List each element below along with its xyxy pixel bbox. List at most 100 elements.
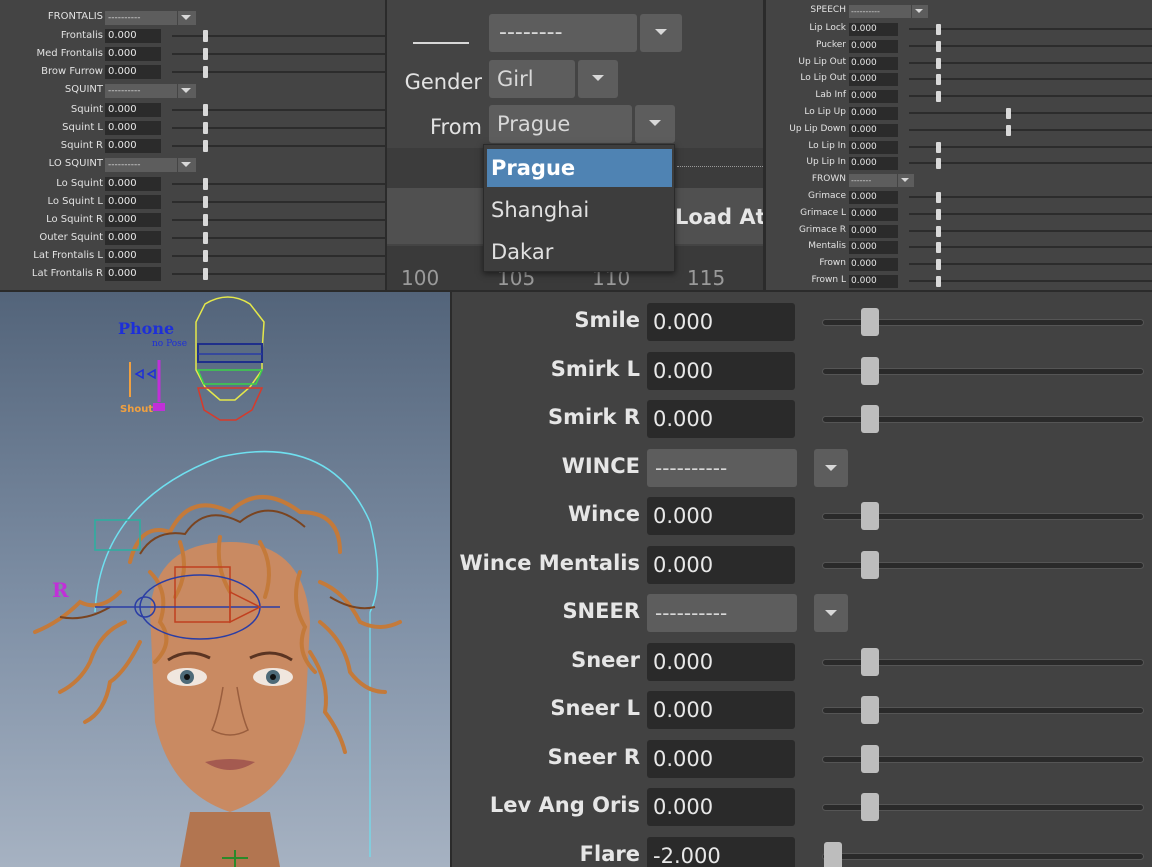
- speech-dropdown[interactable]: ----------: [849, 5, 911, 18]
- slider-track[interactable]: [909, 162, 1152, 165]
- slider-handle[interactable]: [203, 250, 208, 262]
- slider-track[interactable]: [909, 28, 1152, 30]
- slider-handle[interactable]: [861, 744, 879, 773]
- value-field[interactable]: 0.000: [849, 123, 898, 137]
- slider-handle[interactable]: [861, 308, 879, 336]
- value-field[interactable]: 0.000: [647, 497, 795, 535]
- slider-track[interactable]: [909, 128, 1152, 131]
- value-field[interactable]: 0.000: [105, 29, 161, 43]
- value-field[interactable]: 0.000: [647, 642, 795, 681]
- slider-track[interactable]: [909, 280, 1152, 282]
- value-field[interactable]: 0.000: [647, 351, 795, 390]
- face-control-board[interactable]: [195, 296, 265, 421]
- slider-track[interactable]: [909, 95, 1152, 98]
- slider-handle[interactable]: [936, 74, 941, 86]
- slider-handle[interactable]: [203, 268, 208, 280]
- slider-handle[interactable]: [203, 196, 208, 208]
- slider-handle[interactable]: [936, 91, 941, 103]
- value-field[interactable]: 0.000: [849, 23, 898, 36]
- slider-track[interactable]: [909, 196, 1152, 198]
- slider-track[interactable]: [909, 61, 1152, 64]
- slider-handle[interactable]: [1006, 124, 1011, 136]
- value-field[interactable]: 0.000: [647, 788, 795, 826]
- squint-dropdown[interactable]: ----------: [105, 84, 177, 98]
- value-field[interactable]: -2.000: [647, 836, 795, 867]
- value-field[interactable]: 0.000: [849, 207, 898, 221]
- dropdown-option-shanghai[interactable]: Shanghai: [487, 191, 672, 229]
- slider-handle[interactable]: [203, 122, 208, 134]
- value-field[interactable]: 0.000: [647, 739, 795, 778]
- slider-handle[interactable]: [936, 192, 941, 203]
- slider-track[interactable]: [909, 44, 1152, 47]
- sneer-dropdown-button[interactable]: [814, 594, 848, 632]
- slider-handle[interactable]: [936, 24, 941, 35]
- value-field[interactable]: 0.000: [105, 139, 161, 153]
- slider-handle[interactable]: [203, 66, 208, 78]
- 3d-viewport[interactable]: Phone no Pose Shout R: [0, 292, 450, 867]
- from-dropdown[interactable]: Prague: [489, 105, 632, 143]
- value-field[interactable]: 0.000: [849, 241, 898, 255]
- load-button[interactable]: Load At: [675, 205, 763, 229]
- frontalis-dropdown-button[interactable]: [178, 11, 196, 25]
- from-dropdown-button[interactable]: [635, 105, 675, 143]
- value-field[interactable]: 0.000: [105, 231, 161, 245]
- slider-handle[interactable]: [861, 502, 879, 530]
- gender-dropdown[interactable]: Girl: [489, 60, 575, 98]
- lo-squint-dropdown-button[interactable]: [178, 158, 196, 172]
- wince-dropdown-button[interactable]: [814, 448, 848, 487]
- value-field[interactable]: 0.000: [105, 195, 161, 209]
- slider-handle[interactable]: [936, 158, 941, 170]
- value-field[interactable]: 0.000: [647, 303, 795, 341]
- value-field[interactable]: 0.000: [105, 213, 161, 227]
- slider-track[interactable]: [909, 229, 1152, 232]
- slider-handle[interactable]: [861, 405, 879, 433]
- top-dropdown-button[interactable]: [640, 14, 682, 52]
- slider-handle[interactable]: [936, 242, 941, 254]
- slider-handle[interactable]: [936, 259, 941, 271]
- slider-handle[interactable]: [936, 141, 941, 153]
- value-field[interactable]: 0.000: [849, 107, 898, 120]
- slider-handle[interactable]: [203, 214, 208, 226]
- value-field[interactable]: 0.000: [849, 39, 898, 53]
- value-field[interactable]: 0.000: [849, 258, 898, 272]
- slider-handle[interactable]: [203, 232, 208, 244]
- shout-control[interactable]: Shout: [120, 360, 165, 415]
- slider-handle[interactable]: [861, 647, 879, 676]
- slider-track[interactable]: [909, 246, 1152, 249]
- slider-track[interactable]: [909, 112, 1152, 114]
- slider-handle[interactable]: [936, 57, 941, 69]
- slider-track[interactable]: [909, 212, 1152, 215]
- slider-handle[interactable]: [861, 696, 879, 724]
- slider-handle[interactable]: [203, 140, 208, 152]
- gender-dropdown-button[interactable]: [578, 60, 618, 98]
- slider-handle[interactable]: [861, 793, 879, 821]
- slider-handle[interactable]: [203, 178, 208, 190]
- wince-dropdown[interactable]: ----------: [647, 448, 797, 487]
- speech-dropdown-button[interactable]: [912, 5, 928, 18]
- value-field[interactable]: 0.000: [849, 224, 898, 238]
- slider-handle[interactable]: [203, 104, 208, 116]
- value-field[interactable]: 0.000: [105, 103, 161, 117]
- slider-handle[interactable]: [936, 208, 941, 220]
- value-field[interactable]: 0.000: [849, 191, 898, 204]
- slider-handle[interactable]: [861, 550, 879, 579]
- value-field[interactable]: 0.000: [105, 121, 161, 135]
- lo-squint-dropdown[interactable]: ----------: [105, 158, 177, 172]
- slider-track[interactable]: [822, 852, 1144, 860]
- slider-handle[interactable]: [824, 841, 842, 867]
- value-field[interactable]: 0.000: [105, 267, 161, 281]
- value-field[interactable]: 0.000: [647, 545, 795, 584]
- slider-handle[interactable]: [936, 40, 941, 52]
- value-field[interactable]: 0.000: [849, 157, 898, 171]
- frown-dropdown[interactable]: -------: [849, 174, 897, 187]
- value-field[interactable]: 0.000: [849, 90, 898, 104]
- value-field[interactable]: 0.000: [105, 249, 161, 263]
- slider-track[interactable]: [909, 145, 1152, 148]
- value-field[interactable]: 0.000: [105, 65, 161, 79]
- sneer-dropdown[interactable]: ----------: [647, 594, 797, 632]
- value-field[interactable]: 0.000: [849, 56, 898, 70]
- value-field[interactable]: 0.000: [105, 47, 161, 61]
- value-field[interactable]: 0.000: [105, 177, 161, 191]
- value-field[interactable]: 0.000: [849, 140, 898, 154]
- value-field[interactable]: 0.000: [849, 73, 898, 87]
